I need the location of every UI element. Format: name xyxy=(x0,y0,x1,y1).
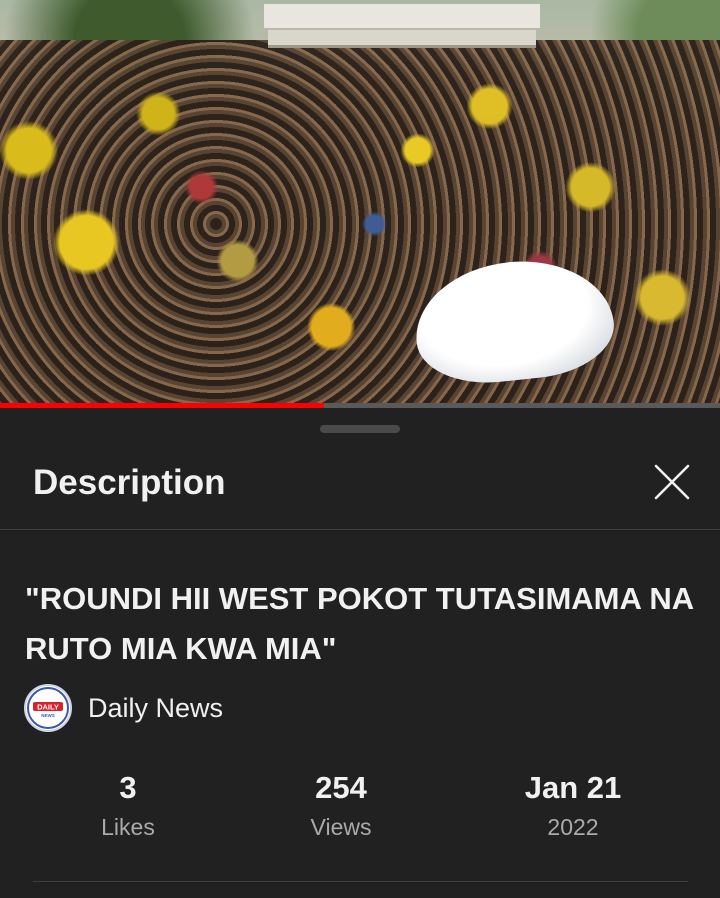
stats-row: 3 Likes 254 Views Jan 21 2022 xyxy=(0,768,720,868)
avatar-text: DAILY xyxy=(37,703,59,712)
header-divider xyxy=(0,529,720,530)
page: Description "ROUNDI HII WEST POKOT TUTAS… xyxy=(0,0,720,898)
likes-stat: 3 Likes xyxy=(68,768,188,841)
daily-news-logo: DAILY NEWS xyxy=(27,687,69,729)
video-title: "ROUNDI HII WEST POKOT TUTASIMAMA NA RUT… xyxy=(25,581,693,666)
channel-link[interactable]: DAILY NEWS Daily News xyxy=(24,683,223,733)
publish-year: 2022 xyxy=(547,814,599,840)
stats-divider xyxy=(33,881,688,882)
views-label: Views xyxy=(310,814,372,840)
video-frame-building xyxy=(264,4,540,48)
views-count: 254 xyxy=(315,770,367,805)
publish-date-stat: Jan 21 2022 xyxy=(503,768,643,841)
publish-date: Jan 21 xyxy=(524,770,622,805)
close-icon xyxy=(654,464,690,500)
likes-count: 3 xyxy=(119,770,137,805)
channel-name: Daily News xyxy=(88,692,224,723)
likes-label: Likes xyxy=(101,814,155,840)
close-button[interactable] xyxy=(648,458,696,506)
sheet-title: Description xyxy=(33,463,226,502)
drag-handle[interactable] xyxy=(320,425,400,433)
video-frame-crowd xyxy=(0,40,720,408)
video-player[interactable] xyxy=(0,0,720,408)
avatar: DAILY NEWS xyxy=(24,684,72,732)
description-sheet: Description "ROUNDI HII WEST POKOT TUTAS… xyxy=(0,408,720,898)
avatar-subtext: NEWS xyxy=(41,713,55,718)
views-stat: 254 Views xyxy=(271,768,411,841)
